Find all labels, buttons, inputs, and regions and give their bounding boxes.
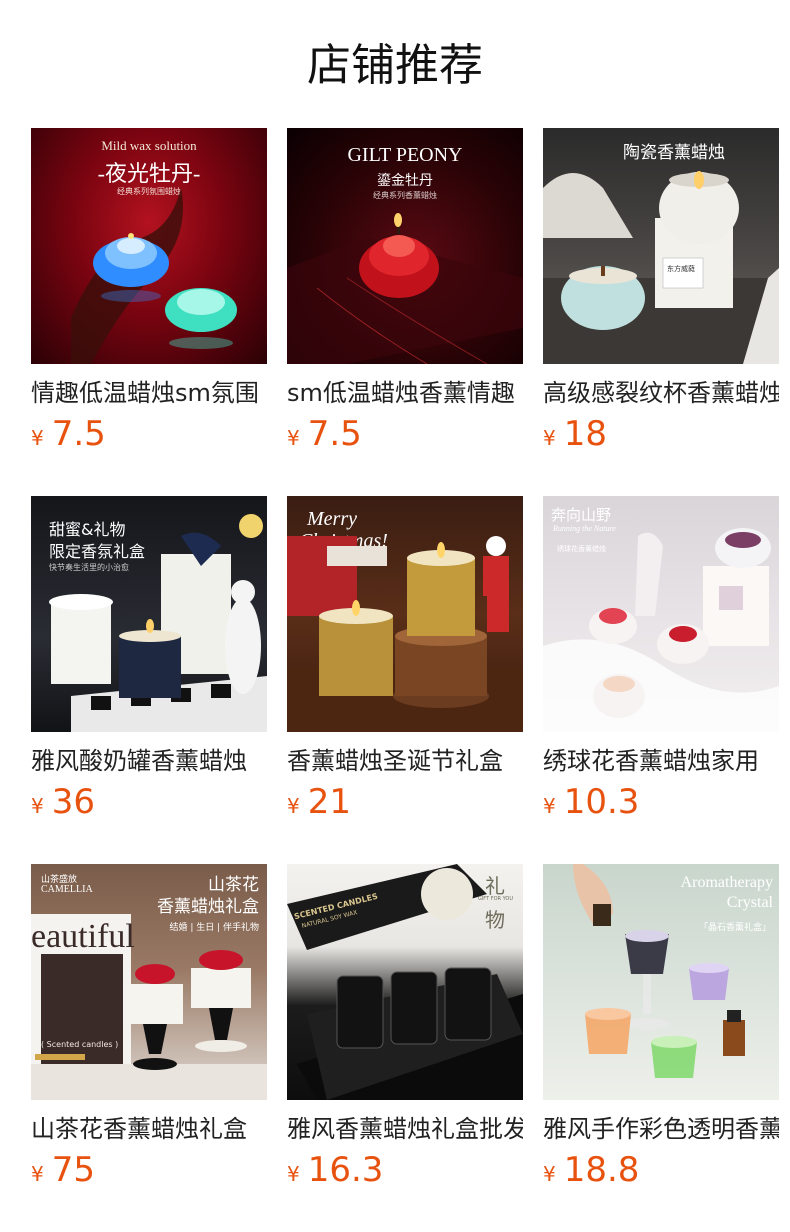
product-title[interactable]: 雅风香薰蜡烛礼盒批发 [287, 1112, 523, 1146]
product-price: ¥10.3 [543, 782, 779, 828]
product-price: ¥7.5 [287, 414, 523, 460]
price-amount: 7.5 [51, 414, 106, 454]
product-title[interactable]: 雅风手作彩色透明香薰 [543, 1112, 779, 1146]
gilt-peony-candle-icon [287, 213, 523, 364]
crystal-candle-icon [573, 864, 745, 1078]
currency-symbol: ¥ [287, 794, 300, 818]
product-price: ¥7.5 [31, 414, 267, 460]
image-caption: eautiful [31, 918, 135, 955]
product-title[interactable]: 高级感裂纹杯香薰蜡烛 [543, 376, 779, 410]
product-card[interactable]: SCENTED CANDLES NATURAL SOY WAX 礼 物 GIFT… [287, 864, 523, 1232]
price-amount: 16.3 [307, 1150, 384, 1190]
store-recommendation-page: 店铺推荐 Mild wax solution -夜光牡丹- 经典系列氛围蜡烛 情… [0, 0, 790, 1232]
product-card[interactable]: Mild wax solution -夜光牡丹- 经典系列氛围蜡烛 情趣低温蜡烛… [31, 128, 267, 496]
product-title[interactable]: 雅风酸奶罐香薰蜡烛 [31, 744, 267, 778]
product-title[interactable]: 情趣低温蜡烛sm氛围 [31, 376, 267, 410]
currency-symbol: ¥ [31, 426, 44, 450]
price-amount: 18.8 [563, 1150, 640, 1190]
hydrangea-candle-icon [543, 528, 779, 732]
product-price: ¥18 [543, 414, 779, 460]
currency-symbol: ¥ [543, 794, 556, 818]
product-card[interactable]: 奔向山野 Running the Nature 绣球花香薰蜡烛 绣球花香薰蜡烛家… [543, 496, 779, 864]
product-grid: Mild wax solution -夜光牡丹- 经典系列氛围蜡烛 情趣低温蜡烛… [31, 128, 790, 1232]
price-amount: 7.5 [307, 414, 362, 454]
product-card[interactable]: 山茶盛放 CAMELLIA 山茶花 香薰蜡烛礼盒 结婚 | 生日 | 伴手礼物 [31, 864, 267, 1232]
product-image[interactable]: 甜蜜&礼物 限定香氛礼盒 快节奏生活里的小治愈 [31, 496, 267, 732]
price-amount: 36 [51, 782, 95, 822]
currency-symbol: ¥ [543, 426, 556, 450]
camellia-candle-icon [31, 914, 267, 1100]
image-caption: GIFT FOR YOU [477, 896, 513, 902]
product-card[interactable]: Merry Christmas! [287, 496, 523, 864]
product-image[interactable]: 奔向山野 Running the Nature 绣球花香薰蜡烛 [543, 496, 779, 732]
product-card[interactable]: Aromatherapy Crystal 「晶石香薰礼盒」 雅风手作彩色透明香薰… [543, 864, 779, 1232]
product-card[interactable]: 甜蜜&礼物 限定香氛礼盒 快节奏生活里的小治愈 雅风酸奶罐香薰蜡烛 ¥ 36 [31, 496, 267, 864]
product-image[interactable]: 陶瓷香薰蜡烛 东方威蕤 [543, 128, 779, 364]
product-price: ¥16.3 [287, 1150, 523, 1196]
product-price: ¥75 [31, 1150, 267, 1196]
price-amount: 18 [563, 414, 607, 454]
product-price: ¥36 [31, 782, 267, 828]
image-caption: 物 [485, 908, 505, 932]
product-title[interactable]: 绣球花香薰蜡烛家用 [543, 744, 779, 778]
product-title[interactable]: sm低温蜡烛香薰情趣 [287, 376, 523, 410]
product-title[interactable]: 香薰蜡烛圣诞节礼盒 [287, 744, 523, 778]
price-amount: 21 [307, 782, 351, 822]
product-card[interactable]: GILT PEONY 鎏金牡丹 经典系列香薰蜡烛 sm低温蜡烛香薰情趣 ¥7.5 [287, 128, 523, 496]
currency-symbol: ¥ [287, 426, 300, 450]
currency-symbol: ¥ [543, 1162, 556, 1186]
ceramic-candle-icon: 东方威蕤 [543, 171, 779, 364]
product-image[interactable]: Aromatherapy Crystal 「晶石香薰礼盒」 [543, 864, 779, 1100]
peony-candle-icon [71, 188, 237, 364]
product-price: ¥18.8 [543, 1150, 779, 1196]
price-amount: 75 [51, 1150, 95, 1190]
product-image[interactable]: 山茶盛放 CAMELLIA 山茶花 香薰蜡烛礼盒 结婚 | 生日 | 伴手礼物 [31, 864, 267, 1100]
product-image[interactable]: GILT PEONY 鎏金牡丹 经典系列香薰蜡烛 [287, 128, 523, 364]
yogurt-jar-candle-icon [49, 514, 267, 732]
box-label: 东方威蕤 [667, 264, 695, 273]
product-card[interactable]: 陶瓷香薰蜡烛 东方威蕤 高级感裂纹杯香薰蜡烛 ¥ 18 [543, 128, 779, 496]
product-image[interactable]: SCENTED CANDLES NATURAL SOY WAX 礼 物 GIFT… [287, 864, 523, 1100]
image-caption: 礼 [485, 874, 505, 898]
christmas-candle-icon [287, 536, 523, 732]
currency-symbol: ¥ [287, 1162, 300, 1186]
currency-symbol: ¥ [31, 1162, 44, 1186]
product-image[interactable]: Merry Christmas! [287, 496, 523, 732]
image-caption: ( Scented candles ) [41, 1040, 119, 1049]
currency-symbol: ¥ [31, 794, 44, 818]
product-title[interactable]: 山茶花香薰蜡烛礼盒 [31, 1112, 267, 1146]
product-price: ¥21 [287, 782, 523, 828]
product-image[interactable]: Mild wax solution -夜光牡丹- 经典系列氛围蜡烛 [31, 128, 267, 364]
price-amount: 10.3 [563, 782, 640, 822]
section-title: 店铺推荐 [307, 40, 483, 91]
